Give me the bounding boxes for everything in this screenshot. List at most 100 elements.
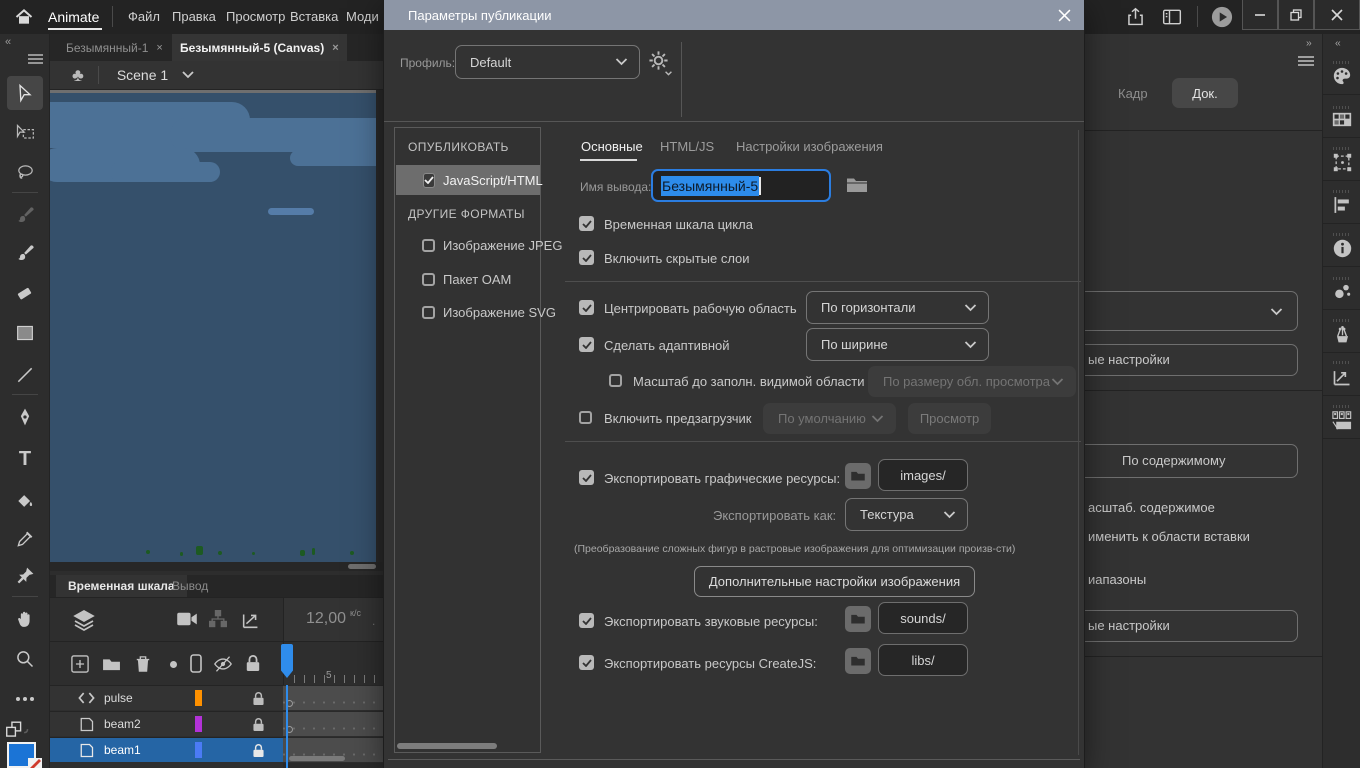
close-tab-icon[interactable]: × <box>156 42 162 54</box>
menu-modify[interactable]: Моди <box>346 9 379 24</box>
stage-vertical-scrollbar[interactable] <box>376 90 384 562</box>
output-folder-icon[interactable] <box>846 176 868 193</box>
scale-to-fill-checkbox-unchecked[interactable] <box>609 374 622 387</box>
center-stage-dropdown[interactable]: По горизонтали <box>806 291 989 324</box>
new-folder-icon[interactable] <box>102 657 121 672</box>
dialog-titlebar[interactable]: Параметры публикации <box>384 0 1084 30</box>
onion-skin-dot-icon[interactable] <box>170 661 177 668</box>
lasso-tool[interactable] <box>12 160 38 186</box>
hide-layers-eye-slash-icon[interactable] <box>213 655 233 673</box>
layers-stack-icon[interactable] <box>72 608 96 632</box>
layer-row-beam2[interactable]: beam2 <box>50 711 283 736</box>
window-close-button[interactable] <box>1314 0 1360 30</box>
export-sounds-checkbox-checked[interactable] <box>579 613 594 628</box>
layer-name[interactable]: beam2 <box>104 717 141 731</box>
frames-scrollbar-thumb[interactable] <box>289 756 345 761</box>
stage-canvas[interactable] <box>50 90 384 562</box>
collapse-tools-icon[interactable]: « <box>5 36 11 48</box>
layer-lock-icon[interactable] <box>252 743 265 758</box>
scrollbar-thumb[interactable] <box>348 564 376 569</box>
window-restore-button[interactable] <box>1278 0 1314 30</box>
menu-animate[interactable]: Animate <box>48 9 99 25</box>
sounds-path-input[interactable]: sounds/ <box>878 602 968 634</box>
export-as-dropdown[interactable]: Текстура <box>845 498 968 531</box>
profile-dropdown[interactable]: Default <box>455 45 640 79</box>
dock-transform-panel-button[interactable] <box>1323 138 1360 181</box>
selection-tool[interactable] <box>7 76 43 110</box>
ranges-label[interactable]: иапазоны <box>1088 572 1146 587</box>
fps-menu-dot[interactable]: . <box>372 614 375 628</box>
dialog-close-icon[interactable] <box>1056 7 1072 23</box>
share-icon[interactable] <box>1125 6 1146 28</box>
layer-color-swatch[interactable] <box>195 690 202 706</box>
lock-layers-icon[interactable] <box>245 654 261 672</box>
checkbox-unchecked[interactable] <box>422 273 435 286</box>
output-name-input[interactable]: Безымянный-5 <box>651 169 831 202</box>
responsive-dropdown[interactable]: По ширине <box>806 328 989 361</box>
close-tab-icon[interactable]: × <box>332 42 338 54</box>
checkbox-checked[interactable] <box>423 172 435 188</box>
dock-swatches-panel-button[interactable] <box>1323 95 1360 138</box>
eyedropper-tool[interactable] <box>12 526 38 552</box>
dock-align-panel-button[interactable] <box>1323 181 1360 224</box>
createjs-path-input[interactable]: libs/ <box>878 644 968 676</box>
layer-row-pulse[interactable]: pulse <box>50 685 283 710</box>
menu-view[interactable]: Просмотр <box>226 9 285 24</box>
dock-color-panel-button[interactable] <box>1323 52 1360 95</box>
home-icon[interactable] <box>14 7 34 27</box>
window-minimize-button[interactable] <box>1242 0 1278 30</box>
zoom-tool[interactable] <box>12 646 38 672</box>
export-graphics-checkbox-checked[interactable] <box>579 470 594 485</box>
frames-beam2[interactable] <box>283 711 384 736</box>
dialog-scroll-track[interactable] <box>1078 130 1079 755</box>
dock-frame-picker-panel-button[interactable] <box>1323 396 1360 439</box>
dock-motion-graph-panel-button[interactable] <box>1323 353 1360 396</box>
layer-lock-icon[interactable] <box>252 717 265 732</box>
layer-name[interactable]: pulse <box>104 691 133 705</box>
stage-horizontal-scrollbar[interactable] <box>50 562 384 571</box>
menu-edit[interactable]: Правка <box>172 9 216 24</box>
scene-chevron-down-icon[interactable] <box>182 71 194 79</box>
text-tool[interactable]: T <box>12 446 38 472</box>
asset-warp-pin-tool[interactable] <box>12 562 38 588</box>
format-oam-row[interactable]: Пакет OAM <box>422 272 511 287</box>
swap-colors-icon[interactable] <box>5 720 31 740</box>
rectangle-tool[interactable] <box>12 320 38 346</box>
fluid-brush-tool[interactable] <box>12 202 38 228</box>
format-svg-row[interactable]: Изображение SVG <box>422 305 556 320</box>
scene-name[interactable]: Scene 1 <box>117 67 168 83</box>
include-hidden-layers-checkbox-checked[interactable] <box>579 250 594 265</box>
tab-htmljs[interactable]: HTML/JS <box>660 139 714 154</box>
tab-image-settings[interactable]: Настройки изображения <box>736 139 883 154</box>
frames-pulse[interactable] <box>283 685 384 710</box>
panel-layout-icon[interactable] <box>1162 8 1182 26</box>
scale-content-label[interactable]: асштаб. содержимое <box>1088 500 1215 515</box>
layer-parenting-icon[interactable] <box>208 609 228 629</box>
menu-insert[interactable]: Вставка <box>290 9 338 24</box>
layer-color-swatch[interactable] <box>195 742 202 758</box>
apply-to-paste-label[interactable]: именить к области вставки <box>1088 529 1250 544</box>
sounds-folder-button[interactable] <box>845 606 871 632</box>
advanced-image-settings-button[interactable]: Дополнительные настройки изображения <box>694 566 975 597</box>
frame-marker-icon[interactable] <box>190 654 202 673</box>
tab-output[interactable]: Вывод <box>160 575 220 597</box>
checkbox-unchecked[interactable] <box>422 306 435 319</box>
layer-lock-icon[interactable] <box>252 691 265 706</box>
format-javascript-html-selected[interactable]: JavaScript/HTML <box>396 165 543 195</box>
layer-row-beam1-selected[interactable]: beam1 <box>50 737 283 762</box>
fps-value[interactable]: 12,00 <box>306 610 346 628</box>
more-tools-icon[interactable] <box>12 686 38 712</box>
checkbox-unchecked[interactable] <box>422 239 435 252</box>
delete-layer-trash-icon[interactable] <box>135 655 151 673</box>
subselection-tool[interactable] <box>12 120 38 146</box>
graphics-folder-button[interactable] <box>845 463 871 489</box>
make-responsive-checkbox-checked[interactable] <box>579 337 594 352</box>
test-movie-play-button[interactable] <box>1211 6 1233 28</box>
profile-options-gear-icon[interactable] <box>648 50 672 76</box>
classic-brush-tool[interactable] <box>12 240 38 266</box>
doc-tab-untitled1[interactable]: Безымянный-1 × <box>58 34 171 61</box>
list-scrollbar-thumb[interactable] <box>397 743 497 749</box>
collapse-dock-icon[interactable]: ‹‹ <box>1335 38 1341 49</box>
dock-info-panel-button[interactable] <box>1323 224 1360 267</box>
export-createjs-checkbox-checked[interactable] <box>579 655 594 670</box>
